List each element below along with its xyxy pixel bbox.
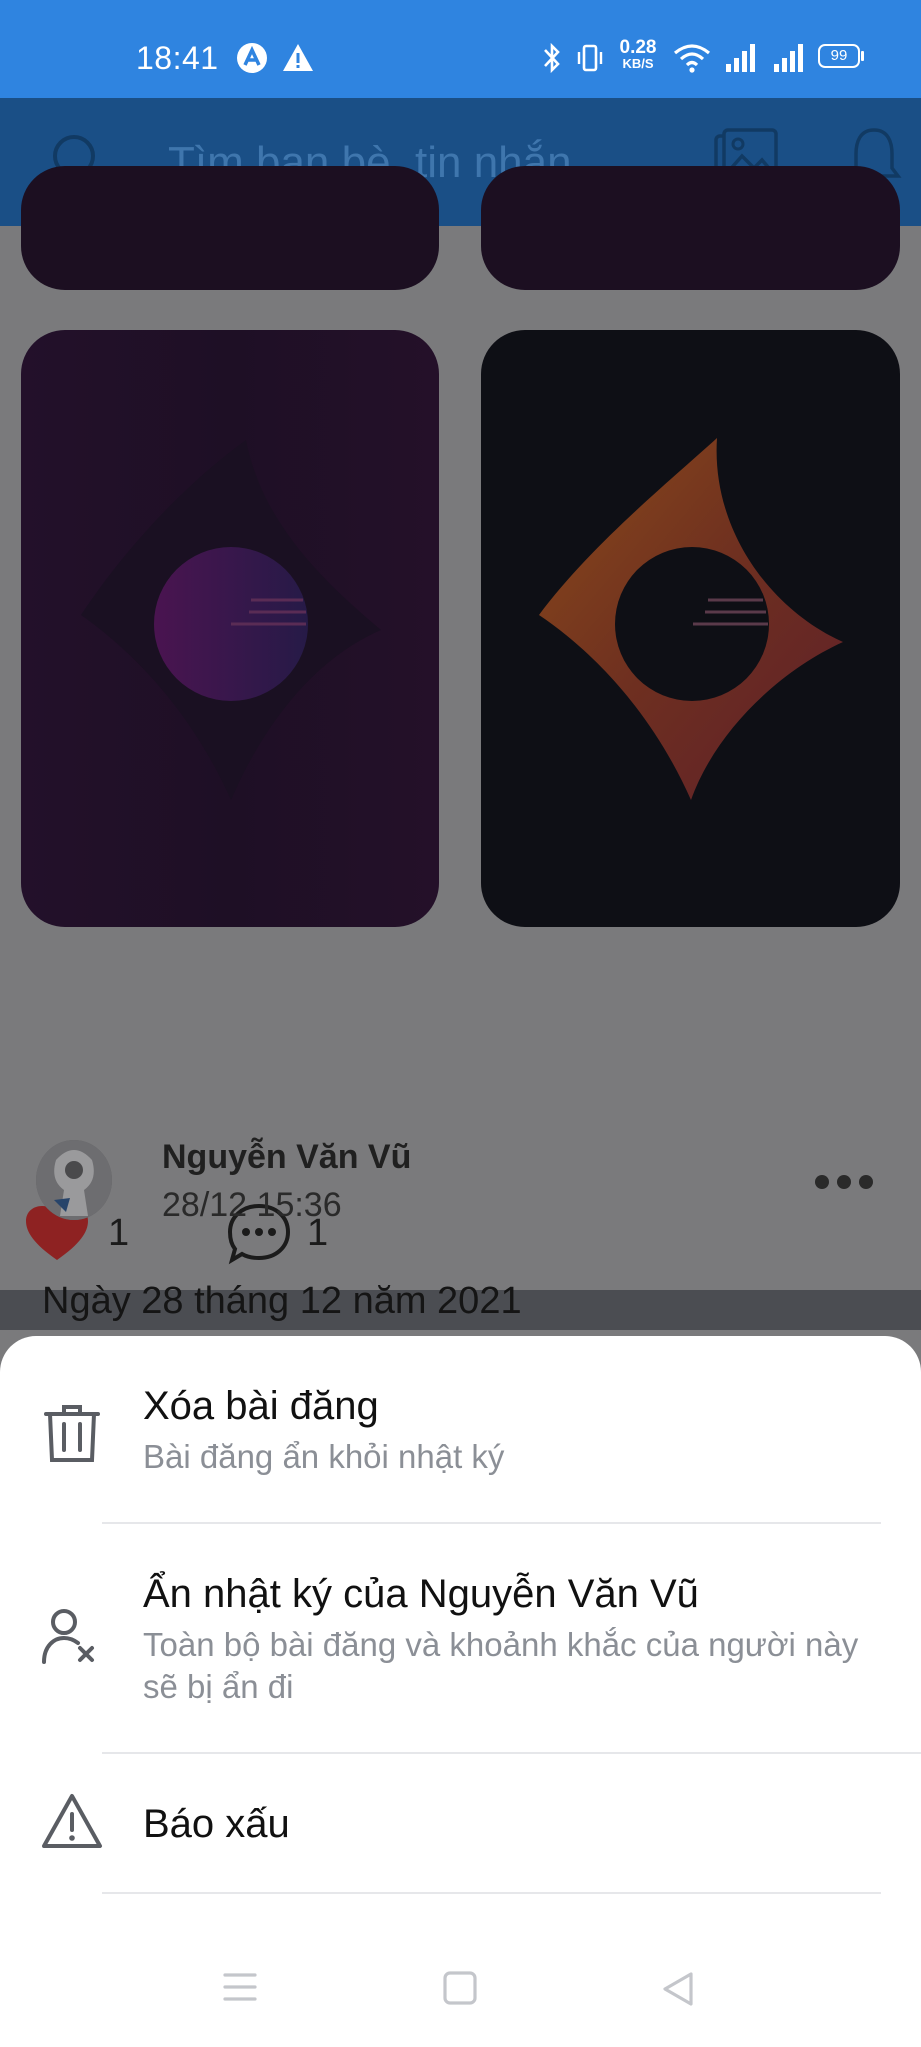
battery-tip <box>861 51 864 61</box>
post-body: Ngày 28 tháng 12 năm 2021 <box>42 1280 522 1322</box>
signal-icon-2 <box>774 44 803 72</box>
post-author[interactable]: Nguyễn Văn Vũ <box>162 1138 411 1177</box>
warning-icon <box>42 1794 102 1848</box>
more-options-icon[interactable] <box>814 1170 874 1194</box>
battery-level: 99 <box>830 47 848 64</box>
option-title: Xóa bài đăng <box>143 1384 379 1428</box>
network-speed: 0.28 KB/S <box>617 37 659 72</box>
app-notification-icon <box>237 43 267 73</box>
avatar-image <box>36 1140 112 1220</box>
logo-artwork <box>539 438 843 800</box>
trash-icon <box>44 1405 100 1462</box>
speed-value: 0.28 <box>619 37 657 58</box>
status-time: 18:41 <box>136 40 219 76</box>
vibrate-icon <box>577 44 603 72</box>
avatar[interactable] <box>36 1140 112 1220</box>
back-icon[interactable] <box>660 1970 696 2008</box>
system-nav-bar <box>0 1940 921 2047</box>
option-subtitle: Toàn bộ bài đăng và khoảnh khắc của ngườ… <box>143 1626 859 1705</box>
option-subtitle: Bài đăng ẩn khỏi nhật ký <box>143 1438 505 1475</box>
divider <box>102 1892 881 1894</box>
delete-post-option[interactable]: Xóa bài đăng Bài đăng ẩn khỏi nhật ký <box>0 1336 921 1522</box>
post-timestamp: 28/12 15:36 <box>162 1186 342 1224</box>
image-thumbnail[interactable] <box>481 166 900 290</box>
option-title: Báo xấu <box>143 1802 290 1846</box>
battery-icon: 99 <box>818 44 860 68</box>
signal-icon-1 <box>726 44 755 72</box>
menu-icon[interactable] <box>222 1970 258 2004</box>
alert-icon <box>283 44 313 71</box>
report-option[interactable]: Báo xấu <box>0 1754 921 1892</box>
image-thumbnail[interactable] <box>481 330 900 927</box>
status-bar: 18:41 0.28 KB/S 99 <box>0 0 921 98</box>
bluetooth-icon <box>544 42 560 74</box>
speed-unit: KB/S <box>622 56 654 71</box>
wifi-icon <box>673 44 711 73</box>
image-thumbnail[interactable] <box>21 330 439 927</box>
option-title: Ẩn nhật ký của Nguyễn Văn Vũ <box>143 1572 699 1616</box>
hide-timeline-option[interactable]: Ẩn nhật ký của Nguyễn Văn Vũ Toàn bộ bài… <box>0 1524 921 1752</box>
home-icon[interactable] <box>442 1970 478 2006</box>
logo-artwork <box>81 440 381 800</box>
image-thumbnail[interactable] <box>21 166 439 290</box>
user-remove-icon <box>42 1609 94 1664</box>
